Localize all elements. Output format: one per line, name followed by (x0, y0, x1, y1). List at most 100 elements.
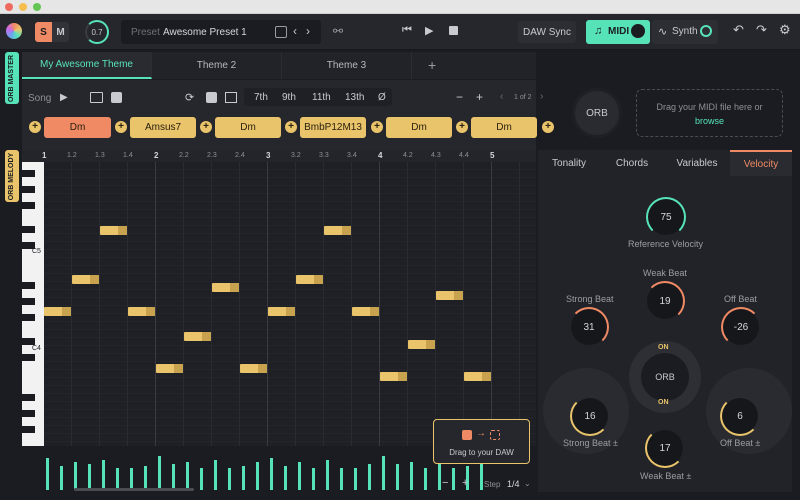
midi-note[interactable] (100, 226, 127, 235)
midi-note[interactable] (212, 283, 239, 292)
chord-slot-6[interactable]: Dm (471, 117, 537, 138)
stop-icon[interactable] (449, 26, 458, 35)
velocity-orb-button[interactable]: ORB (641, 353, 689, 401)
midi-note[interactable] (436, 291, 463, 300)
midi-note[interactable] (352, 307, 379, 316)
daw-sync-button[interactable]: DAW Sync (518, 21, 576, 43)
midi-note[interactable] (408, 340, 435, 349)
chevron-right-icon[interactable]: › (306, 24, 310, 38)
midi-note[interactable] (268, 307, 295, 316)
ruler-label: 2.3 (207, 152, 217, 159)
drag-to-daw-panel[interactable]: → Drag to your DAW (433, 419, 530, 464)
step-chevron-down-icon[interactable]: ⌄ (524, 479, 531, 488)
grid-icon[interactable] (225, 92, 237, 103)
add-chord-icon[interactable]: + (29, 121, 41, 133)
tab-theme-3[interactable]: Theme 3 (282, 52, 412, 79)
chord-slot-1[interactable]: Dm (44, 117, 111, 138)
save-icon[interactable] (275, 26, 287, 38)
strong-beat-label: Strong Beat (566, 294, 614, 304)
add-chord-icon[interactable]: + (456, 121, 468, 133)
tab-variables[interactable]: Variables (664, 150, 730, 176)
page-next-icon[interactable]: › (540, 91, 543, 102)
orb-master-label: ORB MASTER (8, 54, 16, 102)
midi-note[interactable] (380, 372, 407, 381)
redo-icon[interactable]: ↷ (756, 22, 767, 38)
synth-power-icon[interactable] (700, 25, 712, 37)
step-value[interactable]: 1/4 (507, 479, 520, 489)
on-toggle-top[interactable]: ON (658, 344, 669, 351)
reference-velocity-knob[interactable]: 75 (648, 199, 684, 235)
ext-13th-button[interactable]: 13th (345, 92, 364, 103)
tab-tonality[interactable]: Tonality (538, 150, 600, 176)
reference-velocity-label: Reference Velocity (628, 239, 704, 249)
export-icon[interactable] (111, 92, 122, 103)
tab-theme-2[interactable]: Theme 2 (152, 52, 282, 79)
piano-keyboard[interactable]: C5 C4 (22, 162, 44, 446)
weak-beat-range-knob[interactable]: 17 (647, 430, 683, 466)
minimize-window-button[interactable] (19, 3, 27, 11)
add-chord-icon[interactable]: + (285, 121, 297, 133)
chord-slot-5[interactable]: Dm (386, 117, 452, 138)
ext-half-dim-button[interactable]: Ø (378, 92, 386, 103)
tab-my-awesome-theme[interactable]: My Awesome Theme (22, 52, 152, 79)
add-theme-icon[interactable]: + (428, 57, 436, 73)
midi-power-icon[interactable] (631, 24, 645, 38)
settings-gear-icon[interactable]: ⚙ (779, 22, 791, 38)
piano-roll-grid[interactable] (44, 162, 536, 446)
play-icon[interactable]: ▶ (425, 24, 433, 37)
link-icon[interactable]: ⚯ (333, 24, 343, 38)
strong-beat-range-knob[interactable]: 16 (572, 398, 608, 434)
add-chord-icon[interactable]: + (115, 121, 127, 133)
zoom-window-button[interactable] (33, 3, 41, 11)
chord-slot-4[interactable]: BmbP12M13 (300, 117, 366, 138)
weak-beat-knob[interactable]: 19 (647, 283, 683, 319)
strong-beat-knob[interactable]: 31 (571, 309, 607, 345)
zoom-out-icon[interactable]: − (456, 90, 463, 104)
midi-note[interactable] (464, 372, 491, 381)
midi-note[interactable] (156, 364, 183, 373)
chevron-left-icon[interactable]: ‹ (293, 24, 297, 38)
add-chord-icon[interactable]: + (371, 121, 383, 133)
midi-note[interactable] (72, 275, 99, 284)
browse-link[interactable]: browse (637, 116, 782, 126)
midi-note[interactable] (44, 307, 71, 316)
close-window-button[interactable] (5, 3, 13, 11)
chord-slot-3[interactable]: Dm (215, 117, 281, 138)
refresh-icon[interactable]: ⟳ (185, 91, 194, 104)
add-chord-icon[interactable]: + (200, 121, 212, 133)
step-decrease-icon[interactable]: − (442, 477, 448, 489)
orb-generate-button[interactable]: ORB (572, 88, 622, 138)
copy-icon[interactable] (206, 92, 217, 103)
solo-button[interactable]: S (35, 22, 52, 42)
page-prev-icon[interactable]: ‹ (500, 91, 503, 102)
midi-note[interactable] (184, 332, 211, 341)
tab-velocity[interactable]: Velocity (730, 150, 792, 176)
ext-7th-button[interactable]: 7th (254, 92, 268, 103)
synth-output-button[interactable]: ∿ Synth (652, 20, 718, 44)
tab-chords[interactable]: Chords (600, 150, 664, 176)
preset-selector[interactable]: Preset Awesome Preset 1 ‹ › (121, 20, 321, 44)
midi-note[interactable] (240, 364, 267, 373)
mute-button[interactable]: M (52, 22, 69, 42)
undo-icon[interactable]: ↶ (733, 22, 744, 38)
orb-melody-sidebar[interactable]: ORB MELODY (5, 150, 19, 202)
midi-output-button[interactable]: ♫ MIDI (586, 20, 650, 44)
on-toggle-bottom[interactable]: ON (658, 399, 669, 406)
tempo-knob[interactable]: 0.7 (85, 20, 109, 44)
off-beat-range-knob[interactable]: 6 (722, 398, 758, 434)
orb-master-sidebar[interactable]: ORB MASTER (5, 52, 19, 104)
midi-note[interactable] (324, 226, 351, 235)
midi-note[interactable] (296, 275, 323, 284)
midi-drop-zone[interactable]: Drag your MIDI file here or browse (636, 89, 783, 137)
ext-11th-button[interactable]: 11th (312, 92, 331, 103)
off-beat-knob[interactable]: -26 (723, 309, 759, 345)
midi-note[interactable] (128, 307, 155, 316)
piano-icon[interactable] (90, 92, 103, 103)
ext-9th-button[interactable]: 9th (282, 92, 296, 103)
song-play-icon[interactable]: ▶ (60, 92, 68, 103)
skip-back-icon[interactable]: ⏮ (402, 24, 412, 37)
add-chord-icon[interactable]: + (542, 121, 554, 133)
chord-slot-2[interactable]: Amsus7 (130, 117, 196, 138)
step-increase-icon[interactable]: + (462, 477, 468, 489)
zoom-in-icon[interactable]: + (476, 90, 483, 104)
